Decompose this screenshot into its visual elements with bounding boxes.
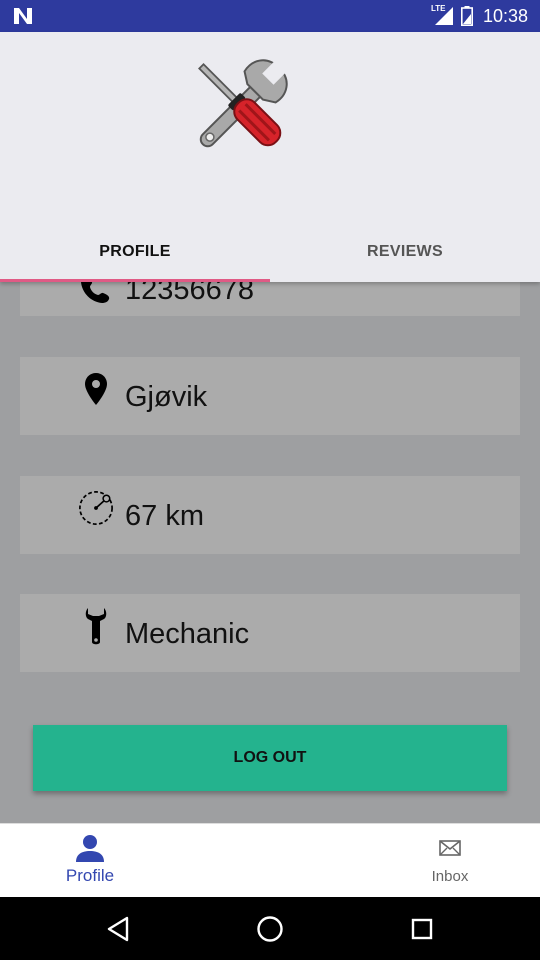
person-icon [75,834,105,862]
bottom-navigation: Profile Inbox [0,823,540,897]
distance-value: 67 km [125,500,204,532]
tab-reviews[interactable]: REVIEWS [270,222,540,282]
wrench-screwdriver-logo [198,59,288,148]
occupation-card: Mechanic [20,594,520,672]
occupation-value: Mechanic [125,618,250,650]
radius-icon [78,490,114,526]
battery-icon [460,6,473,26]
location-value: Gjøvik [125,381,208,413]
distance-card: 67 km [20,476,520,554]
tab-bar: PROFILE REVIEWS [0,222,540,282]
nav-profile[interactable]: Profile [0,824,180,898]
back-triangle-icon [107,916,129,942]
nav-inbox-label: Inbox [431,868,469,885]
recents-square-icon [411,918,433,940]
location-card: Gjøvik [20,357,520,435]
recents-button[interactable] [406,913,438,945]
tab-reviews-label: REVIEWS [367,243,443,260]
nav-profile-label: Profile [65,866,115,885]
nav-inbox[interactable]: Inbox [360,824,540,898]
phone-card: 12356678 [20,282,520,316]
home-circle-icon [257,916,283,942]
wrench-icon [78,608,114,645]
location-pin-icon [78,371,114,407]
profile-header: PROFILE REVIEWS [0,32,540,282]
tab-profile[interactable]: PROFILE [0,222,270,282]
phone-value: 12356678 [125,282,255,306]
lte-signal-icon: LTE [431,4,455,27]
back-button[interactable] [102,913,134,945]
notification-n-icon [14,8,32,24]
profile-content[interactable]: 12356678 Gjøvik 67 km Mechanic LOG OUT [0,282,540,823]
logout-button[interactable]: LOG OUT [33,725,507,791]
clock: 10:38 [482,5,528,26]
tab-indicator [0,279,270,282]
system-nav-bar [0,897,540,960]
tab-profile-label: PROFILE [99,243,171,260]
phone-icon [78,282,114,306]
mail-icon [439,834,461,862]
status-bar: LTE 10:38 [0,0,540,32]
home-button[interactable] [254,913,286,945]
